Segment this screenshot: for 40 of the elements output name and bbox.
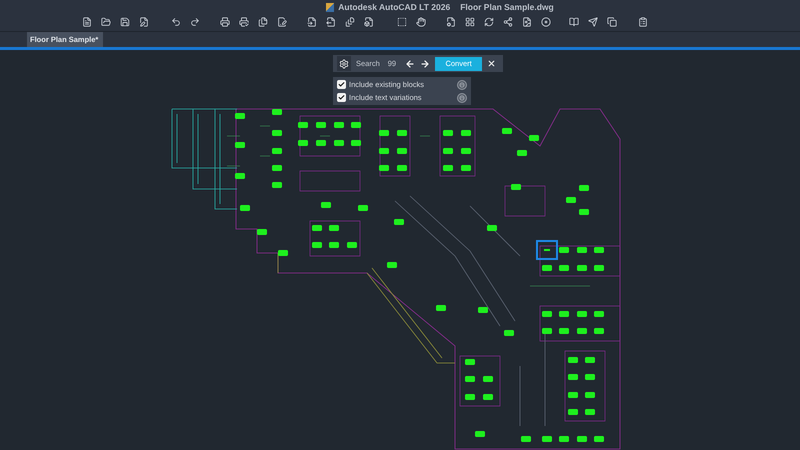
info-icon[interactable] — [457, 80, 467, 90]
file-image-icon[interactable] — [522, 17, 532, 27]
close-button[interactable] — [487, 59, 496, 68]
app-logo-icon — [326, 2, 334, 12]
send-icon[interactable] — [588, 17, 598, 27]
disc-icon[interactable] — [541, 17, 551, 27]
redo-icon[interactable] — [190, 17, 200, 27]
nodes-icon[interactable] — [503, 17, 513, 27]
checkbox[interactable] — [337, 93, 346, 102]
save-as-icon[interactable] — [139, 17, 149, 27]
arrow-left-icon — [405, 58, 416, 68]
clipboard-icon[interactable] — [638, 17, 648, 27]
book-icon[interactable] — [569, 17, 579, 27]
info-icon[interactable] — [457, 92, 467, 102]
new-file-icon[interactable] — [82, 17, 92, 27]
refresh-icon[interactable] — [484, 17, 494, 27]
printer-icon[interactable] — [220, 17, 230, 27]
file-settings-icon[interactable] — [446, 17, 456, 27]
arrow-right-icon — [420, 58, 430, 68]
document-title: Floor Plan Sample.dwg — [460, 2, 554, 12]
file-stack-icon[interactable] — [345, 17, 355, 27]
checkbox[interactable] — [337, 80, 346, 89]
app-title: Autodesk AutoCAD LT 2026 — [338, 2, 450, 12]
open-folder-icon[interactable] — [101, 17, 111, 27]
pan-hand-icon[interactable] — [416, 17, 426, 27]
save-icon[interactable] — [120, 17, 130, 27]
file-box-icon[interactable] — [364, 17, 374, 27]
printer-icon[interactable] — [239, 17, 249, 27]
settings-icon — [339, 58, 349, 68]
file-export-icon[interactable] — [326, 17, 336, 27]
next-button[interactable] — [420, 58, 430, 68]
close-icon — [487, 59, 496, 68]
files-icon[interactable] — [258, 17, 268, 27]
copy-icon[interactable] — [607, 17, 617, 27]
undo-icon[interactable] — [171, 17, 181, 27]
blocks-icon[interactable] — [465, 17, 475, 27]
previous-button[interactable] — [405, 58, 416, 68]
file-import-icon[interactable] — [307, 17, 317, 27]
settings-button[interactable] — [337, 56, 351, 71]
file-edit-icon[interactable] — [277, 17, 287, 27]
